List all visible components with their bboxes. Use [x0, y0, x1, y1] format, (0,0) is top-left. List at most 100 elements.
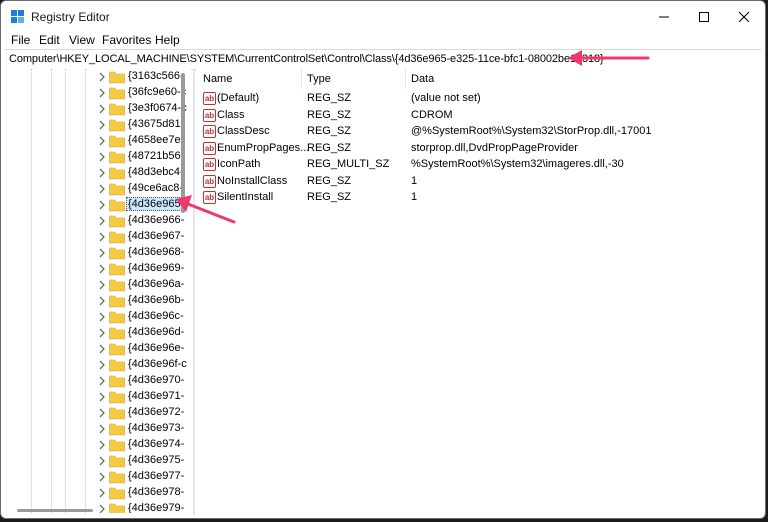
folder-icon — [109, 471, 125, 484]
tree-item[interactable]: {4d36e970- — [5, 373, 191, 389]
chevron-right-icon[interactable] — [97, 231, 107, 243]
tree-item-label: {36fc9e60-c — [128, 86, 187, 98]
tree-item[interactable]: {43675d81- — [5, 117, 191, 133]
tree-item[interactable]: {4d36e96f-c — [5, 357, 191, 373]
tree-item[interactable]: {4d36e971- — [5, 389, 191, 405]
chevron-right-icon[interactable] — [97, 343, 107, 355]
value-row[interactable]: ab EnumPropPages... REG_SZ storprop.dll,Dvd… — [197, 141, 757, 157]
value-type: REG_SZ — [307, 92, 352, 104]
tree-item[interactable]: {4d36e974- — [5, 437, 191, 453]
tree-item-label: {4d36e973- — [128, 422, 185, 434]
tree-item[interactable]: {4d36e972- — [5, 405, 191, 421]
folder-icon — [109, 103, 125, 116]
menu-help[interactable]: Help — [155, 33, 180, 47]
tree-item[interactable]: {4d36e96d- — [5, 325, 191, 341]
tree-item[interactable]: {4d36e96a- — [5, 277, 191, 293]
folder-icon — [109, 359, 125, 372]
tree-item[interactable]: {4d36e967- — [5, 229, 191, 245]
value-row[interactable]: ab NoInstallClass REG_SZ 1 — [197, 174, 757, 190]
tree-item[interactable]: {4d36e969- — [5, 261, 191, 277]
tree-item-label: {4d36e966- — [128, 214, 185, 226]
chevron-right-icon[interactable] — [97, 359, 107, 371]
bottom-edge — [1, 515, 765, 518]
chevron-right-icon[interactable] — [97, 487, 107, 499]
close-button[interactable] — [721, 1, 765, 33]
string-value-icon: ab — [203, 92, 216, 105]
minimize-icon — [659, 16, 669, 18]
chevron-right-icon[interactable] — [97, 375, 107, 387]
value-row[interactable]: ab SilentInstall REG_SZ 1 — [197, 190, 757, 206]
value-data: (value not set) — [411, 92, 481, 104]
chevron-right-icon[interactable] — [97, 151, 107, 163]
chevron-right-icon[interactable] — [97, 199, 107, 211]
tree-item[interactable]: {4d36e973- — [5, 421, 191, 437]
tree-item[interactable]: {48721b56- — [5, 149, 191, 165]
folder-icon — [109, 295, 125, 308]
chevron-right-icon[interactable] — [97, 183, 107, 195]
value-row[interactable]: ab ClassDesc REG_SZ @%SystemRoot%\System32\… — [197, 124, 757, 140]
value-type: REG_SZ — [307, 125, 352, 137]
tree-item[interactable]: {3e3f0674-c — [5, 101, 191, 117]
close-icon — [739, 12, 749, 22]
values-list-pane[interactable]: Name Type Data ab (Default) REG_SZ (value n… — [197, 69, 761, 515]
chevron-right-icon[interactable] — [97, 439, 107, 451]
chevron-right-icon[interactable] — [97, 327, 107, 339]
tree-item[interactable]: {36fc9e60-c — [5, 85, 191, 101]
chevron-right-icon[interactable] — [97, 247, 107, 259]
tree-item[interactable]: {4d36e96c- — [5, 309, 191, 325]
title-bar[interactable]: Registry Editor — [1, 1, 765, 33]
chevron-right-icon[interactable] — [97, 279, 107, 291]
chevron-right-icon[interactable] — [97, 167, 107, 179]
tree-item-label: {48d3ebc4- — [128, 166, 184, 178]
tree-item-label: {4d36e969- — [128, 262, 185, 274]
chevron-right-icon[interactable] — [97, 263, 107, 275]
value-row[interactable]: ab Class REG_SZ CDROM — [197, 108, 757, 124]
chevron-right-icon[interactable] — [97, 503, 107, 513]
tree-item[interactable]: {3163c566- — [5, 69, 191, 85]
key-tree-pane[interactable]: {3163c566- {36fc9e60-c {3e3f0674-c {43675d8… — [5, 69, 191, 513]
chevron-right-icon[interactable] — [97, 71, 107, 83]
tree-item[interactable]: {48d3ebc4- — [5, 165, 191, 181]
chevron-right-icon[interactable] — [97, 119, 107, 131]
tree-item[interactable]: {4d36e977- — [5, 469, 191, 485]
tree-item[interactable]: {4d36e966- — [5, 213, 191, 229]
menu-edit[interactable]: Edit — [39, 33, 60, 47]
tree-item[interactable]: {4d36e975- — [5, 453, 191, 469]
chevron-right-icon[interactable] — [97, 423, 107, 435]
chevron-right-icon[interactable] — [97, 215, 107, 227]
tree-vertical-scrollbar[interactable] — [181, 73, 185, 213]
column-header-type[interactable]: Type — [302, 69, 405, 89]
tree-item[interactable]: {49ce6ac8- — [5, 181, 191, 197]
column-header-name[interactable]: Name — [197, 69, 301, 89]
tree-item[interactable]: {4d36e96e- — [5, 341, 191, 357]
tree-item-label: {3e3f0674-c — [128, 102, 187, 114]
tree-horizontal-scrollbar[interactable] — [17, 509, 93, 512]
folder-icon — [109, 87, 125, 100]
chevron-right-icon[interactable] — [97, 455, 107, 467]
value-data: 1 — [411, 174, 418, 187]
tree-item-label: {4d36e974- — [128, 438, 185, 450]
chevron-right-icon[interactable] — [97, 295, 107, 307]
chevron-right-icon[interactable] — [97, 311, 107, 323]
chevron-right-icon[interactable] — [97, 135, 107, 147]
address-path[interactable]: Computer\HKEY_LOCAL_MACHINE\SYSTEM\Curre… — [9, 53, 604, 65]
value-row[interactable]: ab IconPath REG_MULTI_SZ %SystemRoot%\Syste… — [197, 157, 757, 173]
value-row[interactable]: ab (Default) REG_SZ (value not set) — [197, 91, 757, 107]
column-header-data[interactable]: Data — [406, 69, 746, 89]
tree-item[interactable]: {4d36e978- — [5, 485, 191, 501]
tree-item-label: {4d36e970- — [128, 374, 185, 386]
chevron-right-icon[interactable] — [97, 407, 107, 419]
chevron-right-icon[interactable] — [97, 103, 107, 115]
tree-item[interactable]: {4d36e965- — [5, 197, 191, 213]
tree-item[interactable]: {4d36e968- — [5, 245, 191, 261]
pane-splitter[interactable] — [193, 69, 195, 515]
chevron-right-icon[interactable] — [97, 391, 107, 403]
tree-item[interactable]: {4d36e96b- — [5, 293, 191, 309]
chevron-right-icon[interactable] — [97, 471, 107, 483]
menu-favorites[interactable]: Favorites — [102, 33, 151, 47]
menu-view[interactable]: View — [69, 33, 95, 47]
tree-item[interactable]: {4658ee7e- — [5, 133, 191, 149]
address-bar[interactable]: Computer\HKEY_LOCAL_MACHINE\SYSTEM\Curre… — [5, 49, 761, 70]
chevron-right-icon[interactable] — [97, 87, 107, 99]
menu-file[interactable]: File — [11, 33, 30, 47]
